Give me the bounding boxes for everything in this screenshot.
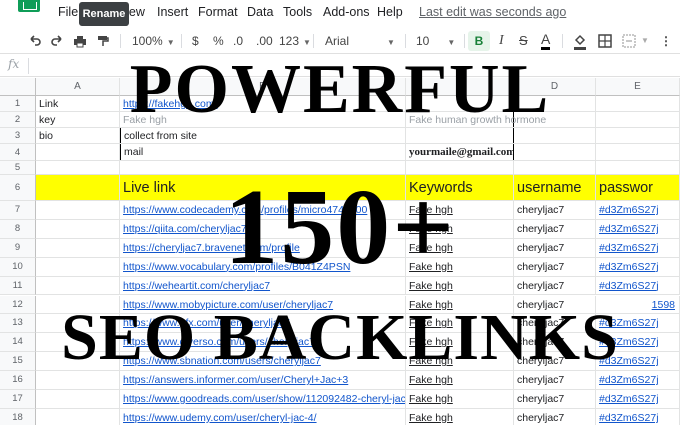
bold-button[interactable]: B — [468, 31, 490, 51]
menu-file[interactable]: File — [58, 5, 78, 19]
table-row: bio collect from site — [36, 128, 680, 144]
row-header-3[interactable]: 3 — [0, 128, 36, 144]
table-row: mail yourmaile@gmail.com — [36, 144, 680, 161]
borders-icon[interactable] — [598, 31, 612, 51]
cell-e4[interactable] — [596, 144, 680, 160]
cell-c17[interactable]: Fake hgh — [406, 390, 514, 408]
number-format-select[interactable]: 123 ▼ — [279, 31, 311, 51]
overlay-headline: POWERFUL — [129, 51, 551, 128]
sheets-logo-icon[interactable] — [18, 0, 40, 12]
more-options-icon[interactable]: ⋮ — [660, 31, 672, 51]
font-size-select[interactable]: 10 ▼ — [416, 31, 455, 51]
cell-e17[interactable]: #d3Zm6S27j — [596, 390, 680, 408]
last-edit-link[interactable]: Last edit was seconds ago — [419, 5, 566, 19]
redo-icon[interactable] — [50, 31, 64, 51]
overlay-count: 150+ — [224, 168, 456, 287]
cell-a4[interactable] — [36, 144, 120, 160]
font-size-value: 10 — [416, 34, 430, 48]
paint-format-icon[interactable] — [96, 31, 110, 51]
cell-b18[interactable]: https://www.udemy.com/user/cheryl-jac-4/ — [120, 408, 406, 425]
table-row: https://www.goodreads.com/user/show/1120… — [36, 390, 680, 409]
strikethrough-button[interactable]: S — [519, 31, 528, 51]
cell-c4[interactable]: yourmaile@gmail.com — [406, 144, 514, 160]
cell-d17[interactable]: cheryljac7 — [514, 390, 596, 408]
row-header-18[interactable]: 18 — [0, 408, 36, 425]
overlay-subheadline: SEO BACKLINKS — [61, 301, 619, 374]
text-color-button[interactable]: A — [541, 31, 551, 50]
menu-tools[interactable]: Tools — [283, 5, 312, 19]
number-format-label: 123 — [279, 34, 300, 48]
font-name: Arial — [325, 34, 350, 48]
cell-c18[interactable]: Fake hgh — [406, 408, 514, 425]
cell-b17[interactable]: https://www.goodreads.com/user/show/1120… — [120, 390, 406, 408]
menu-data[interactable]: Data — [247, 5, 273, 19]
cell-e18[interactable]: #d3Zm6S27j — [596, 408, 680, 425]
font-select[interactable]: Arial ▼ — [325, 31, 395, 51]
merge-cells-icon[interactable] — [622, 31, 636, 51]
cell-b4[interactable]: mail — [120, 144, 406, 160]
currency-button[interactable]: $ — [192, 31, 199, 51]
zoom-value: 100% — [132, 34, 163, 48]
menu-add-ons[interactable]: Add-ons — [323, 5, 370, 19]
cell-e3[interactable] — [596, 128, 680, 143]
percent-button[interactable]: % — [213, 31, 224, 51]
undo-icon[interactable] — [28, 31, 42, 51]
cell-c3[interactable] — [406, 128, 514, 143]
cell-d3[interactable] — [514, 128, 596, 143]
cell-d18[interactable]: cheryljac7 — [514, 408, 596, 425]
row-header-17[interactable]: 17 — [0, 390, 36, 409]
increase-decimal-button[interactable]: .00 — [256, 31, 273, 51]
cell-b3[interactable]: collect from site — [120, 128, 406, 143]
italic-button[interactable]: I — [499, 31, 504, 51]
row-header-4[interactable]: 4 — [0, 144, 36, 161]
table-row: https://www.udemy.com/user/cheryl-jac-4/… — [36, 408, 680, 425]
merge-dropdown-icon[interactable]: ▼ — [641, 31, 649, 51]
cell-a18[interactable] — [36, 408, 120, 425]
menu-help[interactable]: Help — [377, 5, 403, 19]
cell-d4[interactable] — [514, 144, 596, 160]
print-icon[interactable] — [73, 31, 87, 51]
decrease-decimal-button[interactable]: .0 — [233, 31, 243, 51]
menu-bar: File View Insert Format Data Tools Add-o… — [0, 0, 680, 26]
cell-a17[interactable] — [36, 390, 120, 408]
menu-format[interactable]: Format — [198, 5, 238, 19]
zoom-select[interactable]: 100% ▼ — [132, 31, 175, 51]
menu-insert[interactable]: Insert — [157, 5, 188, 19]
fill-color-icon[interactable] — [573, 31, 587, 51]
rename-tooltip: Rename — [79, 2, 129, 26]
cell-a3[interactable]: bio — [36, 128, 120, 143]
